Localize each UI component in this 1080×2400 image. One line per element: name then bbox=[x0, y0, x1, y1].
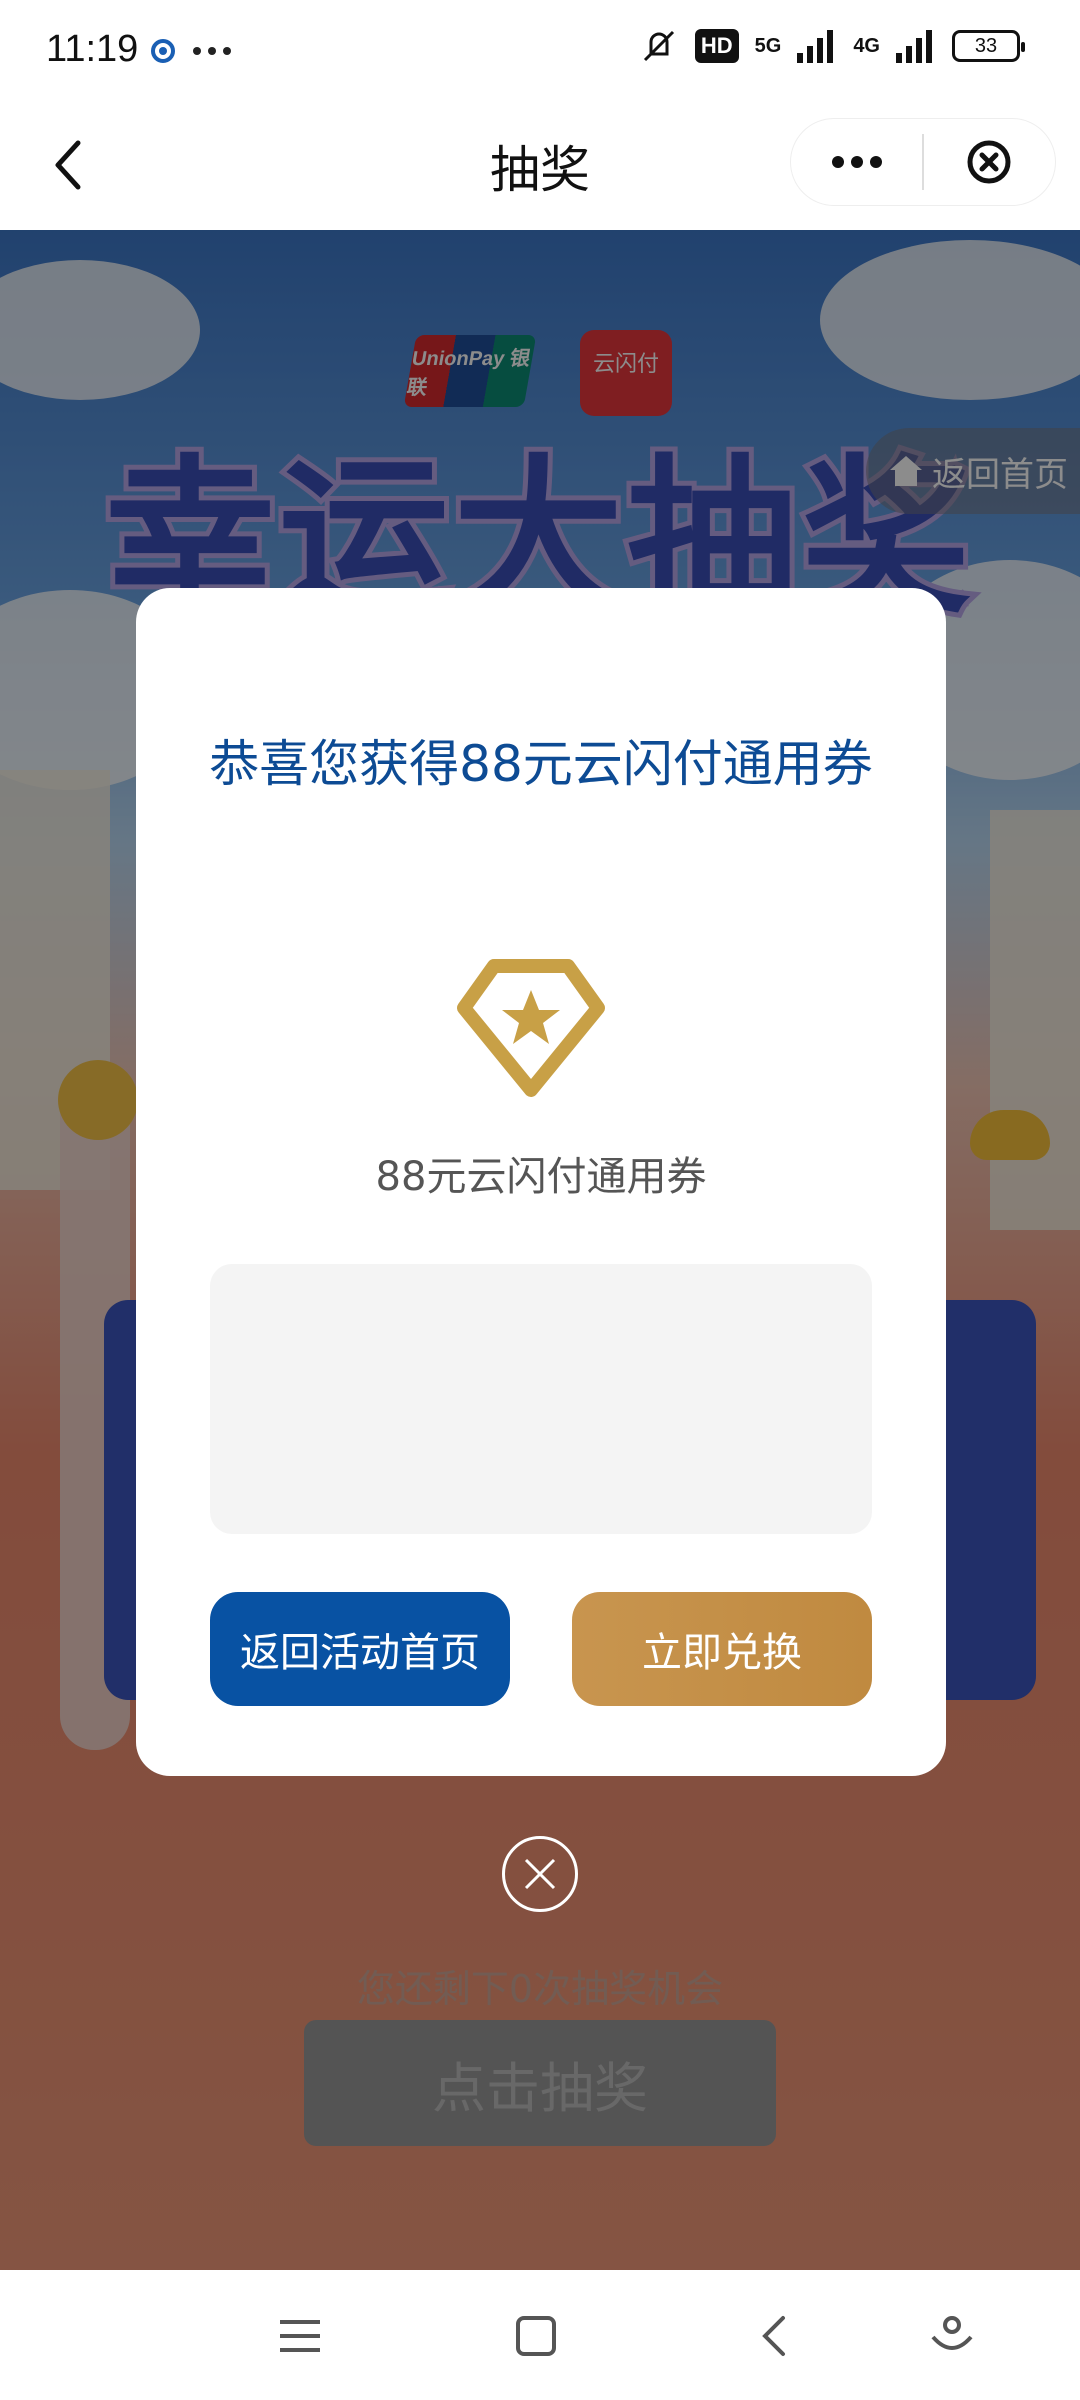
prize-modal: 恭喜您获得88元云闪付通用券 88元云闪付通用券 返回活动首页 立即兑换 bbox=[136, 588, 946, 1776]
status-time: 11:19 bbox=[46, 28, 139, 70]
more-button[interactable] bbox=[791, 118, 922, 206]
close-miniprogram-button[interactable] bbox=[924, 118, 1055, 206]
close-circle-icon bbox=[967, 140, 1011, 184]
diamond-star-icon bbox=[457, 959, 605, 1097]
home-button[interactable] bbox=[506, 2306, 566, 2366]
modal-close-button[interactable] bbox=[502, 1836, 578, 1912]
back-to-activity-button[interactable]: 返回活动首页 bbox=[210, 1592, 510, 1706]
more-notifications-icon bbox=[193, 47, 231, 55]
system-navigation-bar bbox=[0, 2270, 1080, 2400]
menu-button[interactable] bbox=[270, 2306, 330, 2366]
signal-4g-icon bbox=[896, 30, 932, 63]
assistant-button[interactable] bbox=[922, 2306, 982, 2366]
status-right-icons: HD 5G 4G 33 bbox=[639, 26, 1025, 66]
app-notification-icon bbox=[151, 39, 175, 63]
mute-icon bbox=[643, 30, 674, 62]
square-home-icon bbox=[516, 2316, 556, 2356]
redeem-now-button[interactable]: 立即兑换 bbox=[572, 1592, 872, 1706]
signal-5g-icon bbox=[797, 30, 834, 63]
prize-detail-box bbox=[210, 1264, 872, 1534]
battery-indicator: 33 bbox=[952, 30, 1025, 62]
prize-modal-title: 恭喜您获得88元云闪付通用券 bbox=[209, 735, 873, 793]
battery-level: 33 bbox=[974, 34, 998, 57]
close-x-icon bbox=[524, 1858, 556, 1890]
hd-badge: HD bbox=[694, 29, 739, 63]
network-4g-label: 4G bbox=[853, 34, 880, 57]
prize-name: 88元云闪付通用券 bbox=[375, 1154, 707, 1200]
back-chevron-icon bbox=[762, 2316, 785, 2356]
mini-program-nav-bar: 抽奖 bbox=[0, 100, 1080, 230]
status-bar: 11:19 HD 5G 4G 33 bbox=[0, 0, 1080, 100]
system-back-button[interactable] bbox=[744, 2306, 804, 2366]
menu-icon bbox=[280, 2320, 320, 2352]
assistant-icon bbox=[931, 2316, 973, 2350]
status-left-icons bbox=[148, 36, 232, 66]
network-5g-label: 5G bbox=[754, 34, 782, 57]
more-dots-icon bbox=[831, 156, 882, 168]
capsule-menu bbox=[790, 118, 1056, 206]
